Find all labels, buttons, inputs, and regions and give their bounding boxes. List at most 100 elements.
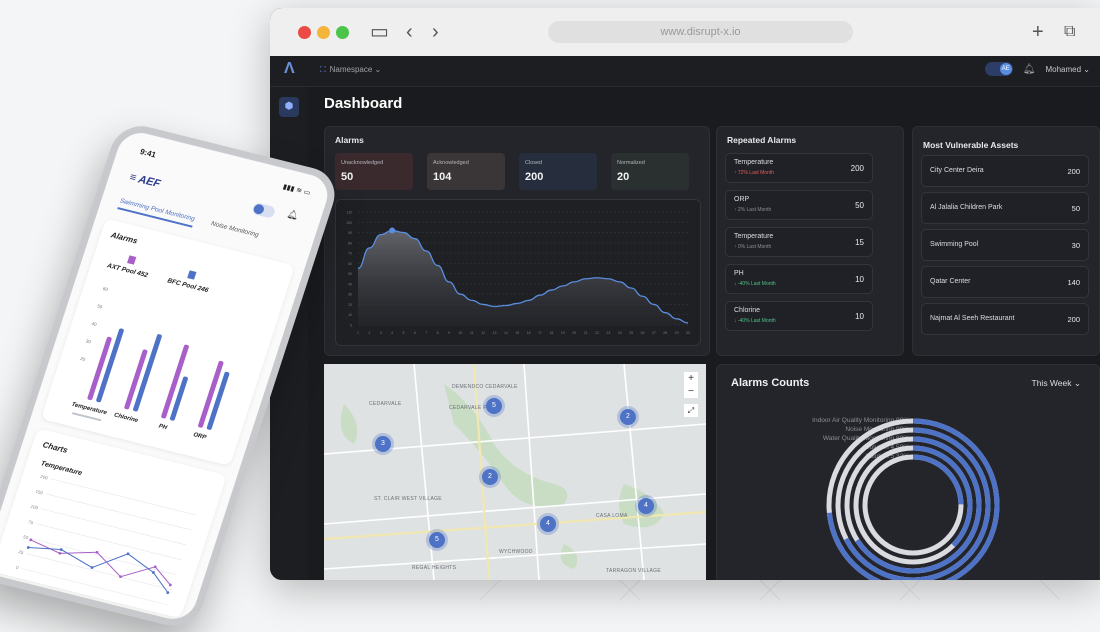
phone-tab-noise[interactable]: Noise Monitoring [210,220,260,238]
repeated-alarm-item[interactable]: Temperature ↑ 0% Last Month 15 [725,227,873,257]
alarm-summary-value: 200 [525,171,544,183]
map-cluster-marker[interactable]: 2 [482,469,498,485]
alarm-summary-box[interactable]: Normalized 20 [611,153,689,190]
map-view[interactable]: DEMENDCO CEDARVALE CEDARVALE ST. CLAIR WES… [324,364,706,580]
zoom-out-button[interactable]: − [684,385,698,398]
phone-alarms-card: Alarms AXT Pool 452 BFC Pool 246 20 30 40 50… [40,218,296,466]
map-cluster-marker[interactable]: 3 [375,436,391,452]
x-tick-label: 27 [652,331,656,335]
map-cluster-marker[interactable]: 2 [620,409,636,425]
phone-bell-icon[interactable]: 🔔︎ [286,209,300,222]
phone-category-label: Chlorine [113,412,139,424]
x-tick-label: 12 [481,331,485,335]
alarm-summary-box[interactable]: Unacknowledged 50 [335,153,413,190]
x-tick-label: 19 [561,331,565,335]
minimize-window-button[interactable] [317,26,330,39]
asset-name: Al Jalalia Children Park [930,204,1003,211]
sidebar-toggle-icon[interactable]: ▭ [370,18,389,46]
phone-temp-tick: 150 [35,489,44,496]
repeated-alarms-card: Repeated Alarms Temperature ↑ 72% Last Mo… [716,126,904,356]
alarm-summary-box[interactable]: Acknowledged 104 [427,153,505,190]
y-tick-label: 110 [346,211,352,215]
repeated-alarm-trend: ↑ 0% Last Month [734,244,772,250]
tabs-overview-icon[interactable]: ⧉ [1064,18,1075,46]
phone-grid-line [50,478,197,516]
alarms-area-chart: 01020304050607080901001101 2 3 4 5 6 7 8 9 10 11 12… [335,199,701,346]
x-tick-label: 24 [618,331,622,335]
repeated-alarm-item[interactable]: Temperature ↑ 72% Last Month 200 [725,153,873,183]
x-tick-label: 8 [437,331,439,335]
map-place-label: TARRAGON VILLAGE [606,568,661,574]
phone-tab-swimming-pool[interactable]: Swimming Pool Monitoring [117,197,196,228]
close-window-button[interactable] [298,26,311,39]
y-tick-label: 60 [348,262,352,266]
x-tick-label: 2 [368,331,370,335]
app-logo[interactable]: Λ [284,60,295,78]
browser-window: ▭ ‹ › www.disrupt-x.io + ⧉ Λ ⛶ Namespace … [270,8,1100,580]
repeated-alarm-name: ORP [734,196,750,203]
phone-y-tick: 20 [80,356,87,362]
y-tick-label: 90 [348,231,352,235]
phone-temp-tick: 50 [23,534,30,540]
vulnerable-asset-item[interactable]: Al Jalalia Children Park 50 [921,192,1089,224]
phone-category-label: ORP [192,432,207,441]
phone-toggle-knob [252,203,266,216]
zoom-in-button[interactable]: + [684,372,698,385]
alarm-summary-label: Unacknowledged [341,160,384,166]
repeated-alarm-name: Temperature [734,159,774,166]
phone-app-logo[interactable]: ≡ AEF [128,171,162,190]
vulnerable-assets-title: Most Vulnerable Assets [923,140,1019,150]
x-tick-label: 11 [470,331,474,335]
phone-temp-point[interactable] [58,551,62,555]
vulnerable-asset-item[interactable]: Swimming Pool 30 [921,229,1089,261]
alarms-counts-card: Alarms Counts This Week ⌄ Indoor Air Qua… [716,364,1100,580]
map-cluster-marker[interactable]: 5 [486,398,502,414]
map-cluster-marker[interactable]: 4 [638,498,654,514]
x-tick-label: 29 [675,331,679,335]
map-cluster-marker[interactable]: 5 [429,532,445,548]
vulnerable-asset-item[interactable]: City Center Deira 200 [921,155,1089,187]
map-place-label: ST. CLAIR WEST VILLAGE [374,496,442,502]
phone-time: 9:41 [138,147,158,160]
repeated-alarm-item[interactable]: PH ↓ -40% Last Month 10 [725,264,873,294]
namespace-selector[interactable]: ⛶ Namespace ⌄ [320,65,381,75]
vulnerable-asset-item[interactable]: Qatar Center 140 [921,266,1089,298]
phone-temp-line [30,539,171,586]
fullscreen-icon[interactable]: ⤢ [684,404,698,417]
forward-arrow-icon[interactable]: › [432,18,439,46]
y-tick-label: 20 [348,303,352,307]
map-cluster-marker[interactable]: 4 [540,516,556,532]
map-place-label: CEDARVALE [369,401,402,407]
repeated-alarm-name: Temperature [734,233,774,240]
new-tab-plus-icon[interactable]: + [1032,18,1044,46]
repeated-alarm-trend: ↓ -40% Last Month [734,318,776,324]
back-arrow-icon[interactable]: ‹ [406,18,413,46]
area-fill [358,230,688,325]
phone-toggle[interactable] [251,202,277,219]
x-tick-label: 4 [391,331,393,335]
vulnerable-asset-item[interactable]: Najmat Al Seeh Restaurant 200 [921,303,1089,335]
repeated-alarm-count: 10 [855,312,864,321]
alarms-title: Alarms [335,135,364,145]
repeated-alarm-item[interactable]: Chlorine ↓ -40% Last Month 10 [725,301,873,331]
shield-icon[interactable]: ⬢ [279,97,299,117]
asset-count: 140 [1067,278,1080,287]
alarm-summary-label: Closed [525,160,543,166]
user-menu[interactable]: Mohamed ⌄ [1045,65,1090,74]
phone-temp-point[interactable] [26,546,31,549]
bell-icon[interactable]: 🔔︎ [1023,64,1036,75]
alarms-counts-radial-chart [826,418,1000,580]
url-bar[interactable]: www.disrupt-x.io [548,21,853,43]
y-tick-label: 70 [348,252,352,256]
maximize-window-button[interactable] [336,26,349,39]
highlight-point[interactable] [389,227,396,234]
x-tick-label: 9 [448,331,450,335]
y-tick-label: 100 [346,221,352,225]
language-toggle[interactable]: AE [984,62,1013,76]
repeated-alarm-item[interactable]: ORP ↑ 2% Last Month 50 [725,190,873,220]
alarm-summary-box[interactable]: Closed 200 [519,153,597,190]
x-tick-label: 5 [403,331,405,335]
x-tick-label: 23 [606,331,610,335]
x-tick-label: 14 [504,331,508,335]
x-tick-label: 30 [686,331,690,335]
